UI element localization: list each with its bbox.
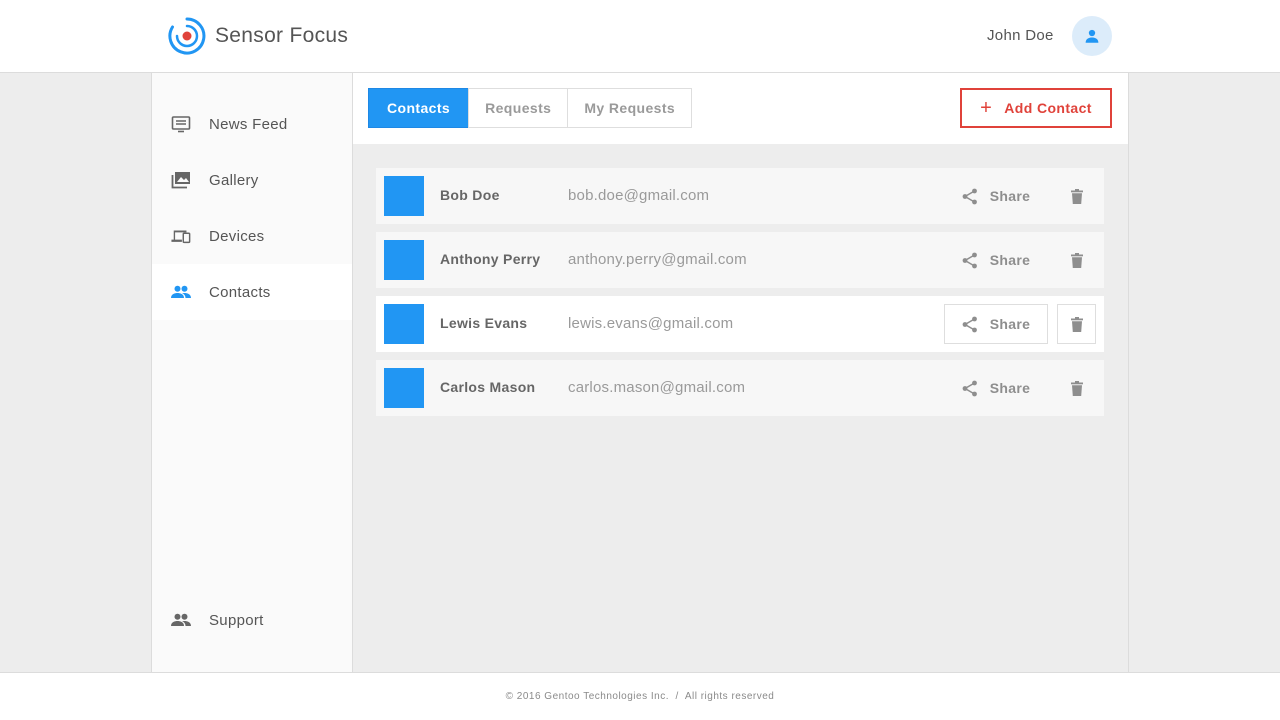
- news-feed-icon: [171, 114, 191, 134]
- share-label: Share: [989, 252, 1031, 268]
- main-content: Contacts Requests My Requests + Add Cont…: [353, 73, 1129, 672]
- contact-name: Bob Doe: [440, 187, 500, 203]
- contact-email: carlos.mason@gmail.com: [568, 379, 746, 396]
- gallery-icon: [171, 170, 191, 190]
- delete-button[interactable]: [1057, 304, 1096, 344]
- person-icon: [1085, 29, 1099, 43]
- add-contact-button[interactable]: + Add Contact: [960, 88, 1112, 128]
- share-button[interactable]: Share: [944, 304, 1048, 344]
- sidebar-item-gallery[interactable]: Gallery: [152, 152, 352, 208]
- sidebar-item-label: Gallery: [209, 171, 259, 189]
- delete-button[interactable]: [1057, 240, 1096, 280]
- app-header: Sensor Focus John Doe: [0, 0, 1280, 73]
- contact-email: anthony.perry@gmail.com: [568, 251, 747, 268]
- toolbar: Contacts Requests My Requests + Add Cont…: [353, 73, 1128, 144]
- brand[interactable]: Sensor Focus: [167, 16, 348, 56]
- share-button[interactable]: Share: [944, 368, 1048, 408]
- sidebar-item-contacts[interactable]: Contacts: [152, 264, 352, 320]
- contact-avatar: [384, 368, 424, 408]
- share-icon: [962, 380, 977, 396]
- user-name[interactable]: John Doe: [987, 27, 1054, 44]
- plus-icon: +: [980, 97, 993, 119]
- contact-email: lewis.evans@gmail.com: [568, 315, 734, 332]
- sidebar-item-label: Devices: [209, 227, 265, 245]
- sidebar: News Feed Gallery Devices Contacts Suppo…: [151, 73, 353, 672]
- support-icon: [171, 610, 191, 630]
- trash-icon: [1070, 380, 1083, 396]
- tab-bar: Contacts Requests My Requests: [368, 88, 693, 128]
- share-button[interactable]: Share: [944, 240, 1048, 280]
- share-label: Share: [989, 380, 1031, 396]
- add-contact-label: Add Contact: [1004, 100, 1092, 116]
- list-item[interactable]: Anthony Perry anthony.perry@gmail.com Sh…: [376, 232, 1104, 288]
- tab-contacts[interactable]: Contacts: [368, 88, 470, 128]
- sidebar-item-devices[interactable]: Devices: [152, 208, 352, 264]
- sidebar-item-label: News Feed: [209, 115, 288, 133]
- contact-avatar: [384, 240, 424, 280]
- share-button[interactable]: Share: [944, 176, 1048, 216]
- trash-icon: [1070, 188, 1083, 204]
- delete-button[interactable]: [1057, 368, 1096, 408]
- app-name: Sensor Focus: [215, 24, 349, 47]
- sidebar-item-label: Support: [209, 611, 264, 629]
- trash-icon: [1070, 316, 1083, 332]
- sidebar-item-news-feed[interactable]: News Feed: [152, 96, 352, 152]
- share-icon: [962, 316, 977, 332]
- list-item[interactable]: Lewis Evans lewis.evans@gmail.com Share: [376, 296, 1104, 352]
- trash-icon: [1070, 252, 1083, 268]
- copyright-text: © 2016 Gentoo Technologies Inc. / All ri…: [505, 691, 775, 702]
- user-avatar[interactable]: [1072, 16, 1112, 56]
- list-item[interactable]: Carlos Mason carlos.mason@gmail.com Shar…: [376, 360, 1104, 416]
- contacts-icon: [171, 282, 191, 302]
- share-label: Share: [989, 316, 1031, 332]
- contact-avatar: [384, 304, 424, 344]
- sidebar-item-label: Contacts: [209, 283, 271, 301]
- sidebar-item-support[interactable]: Support: [152, 592, 352, 648]
- contact-name: Anthony Perry: [440, 251, 541, 267]
- delete-button[interactable]: [1057, 176, 1096, 216]
- sensor-focus-logo-icon: [168, 17, 206, 55]
- share-label: Share: [989, 188, 1031, 204]
- footer: © 2016 Gentoo Technologies Inc. / All ri…: [0, 672, 1280, 720]
- share-icon: [962, 188, 977, 204]
- contact-avatar: [384, 176, 424, 216]
- tab-requests[interactable]: Requests: [468, 88, 569, 128]
- tab-my-requests[interactable]: My Requests: [567, 88, 693, 128]
- devices-icon: [171, 226, 191, 246]
- share-icon: [962, 252, 977, 268]
- contact-name: Lewis Evans: [440, 315, 528, 331]
- contact-email: bob.doe@gmail.com: [568, 187, 710, 204]
- list-item[interactable]: Bob Doe bob.doe@gmail.com Share: [376, 168, 1104, 224]
- contact-name: Carlos Mason: [440, 379, 536, 395]
